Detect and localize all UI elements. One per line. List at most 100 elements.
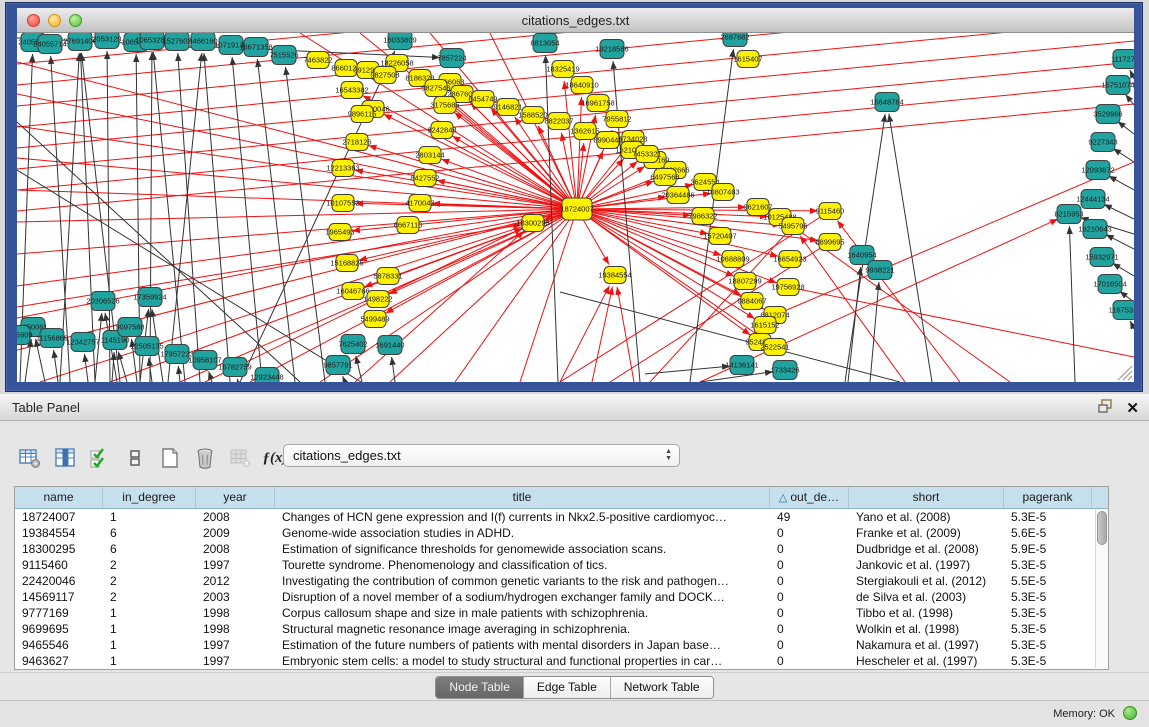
resize-grip-icon [1128, 376, 1132, 380]
column-header-out_de[interactable]: △out_de… [770, 487, 849, 508]
table-settings-icon[interactable] [18, 446, 42, 470]
graph-node-label: 9621607 [743, 203, 772, 212]
select-rows-icon[interactable] [88, 446, 112, 470]
graph-node-label: 1588520 [518, 111, 547, 120]
table-row[interactable]: 1456911722003Disruption of a novel membe… [15, 589, 1108, 605]
table-cell: 0 [770, 653, 849, 669]
graph-node-label: 9827508 [370, 71, 399, 80]
table-cell: Estimation of the future numbers of pati… [275, 637, 770, 653]
column-header-name[interactable]: name [15, 487, 103, 508]
table-cell: 0 [770, 637, 849, 653]
graph-node-label: 16543382 [335, 86, 368, 95]
graph-node-label: 2522541 [760, 343, 789, 352]
table-cell: Disruption of a novel member of a sodium… [275, 589, 770, 605]
tab-node-table[interactable]: Node Table [436, 677, 524, 698]
graph-node-label: 1615152 [750, 321, 779, 330]
table-row[interactable]: 1872400712008Changes of HCN gene express… [15, 509, 1108, 525]
graph-node-label: 7625402 [338, 340, 367, 349]
table-row[interactable]: 2242004622012Investigating the contribut… [15, 573, 1108, 589]
column-header-title[interactable]: title [275, 487, 770, 508]
table-cell: 2008 [196, 509, 275, 525]
tab-edge-table[interactable]: Edge Table [524, 677, 611, 698]
network-canvas-holder[interactable]: 2405574240557142769140620531291065328106… [17, 33, 1134, 382]
column-header-year[interactable]: year [196, 487, 275, 508]
graph-node-label: 10807483 [706, 188, 739, 197]
column-chooser-icon[interactable] [53, 446, 77, 470]
graph-node-label: 6497568 [650, 173, 679, 182]
column-header-in_degree[interactable]: in_degree [103, 487, 196, 508]
scrollbar-thumb[interactable] [1097, 511, 1107, 545]
table-cell: 9777169 [15, 605, 103, 621]
graph-node-label: 5878331 [373, 272, 402, 281]
dropdown-arrows-icon: ▲▼ [665, 448, 672, 462]
graph-node-label: 16671358 [239, 43, 272, 52]
graph-node-label: 16961758 [581, 99, 614, 108]
column-header-short[interactable]: short [849, 487, 1004, 508]
table-cell: 1997 [196, 557, 275, 573]
graph-node-label: 17016504 [1093, 280, 1126, 289]
table-row[interactable]: 911546021997Tourette syndrome. Phenomeno… [15, 557, 1108, 573]
table-row[interactable]: 946362711997Embryonic stem cells: a mode… [15, 653, 1108, 669]
table-selector-dropdown[interactable]: citations_edges.txt ▲▼ [283, 444, 680, 467]
table-cell: 6 [103, 541, 196, 557]
tab-network-table[interactable]: Network Table [611, 677, 713, 698]
memory-ok-icon[interactable] [1123, 706, 1137, 720]
graph-node-label: 10107552 [326, 199, 359, 208]
graph-node-label: 8813054 [530, 39, 559, 48]
column-header-pagerank[interactable]: pagerank [1004, 487, 1092, 508]
new-table-icon[interactable] [158, 446, 182, 470]
graph-node-label: 7955812 [602, 115, 631, 124]
table-cell: 2008 [196, 541, 275, 557]
rows-icon[interactable] [123, 446, 147, 470]
graph-node-label: 18724007 [560, 205, 593, 214]
graph-node-label: 1691440 [375, 341, 404, 350]
table-tabbar: Node TableEdge TableNetwork Table [0, 672, 1149, 699]
resize-grip-icon [1123, 371, 1132, 380]
graph-node-label: 14136141 [725, 361, 758, 370]
graph-node-label: 16033809 [383, 36, 416, 45]
graph-node-label: 19756928 [771, 283, 804, 292]
vertical-scrollbar[interactable] [1095, 509, 1108, 668]
network-canvas[interactable]: 2405574240557142769140620531291065328106… [17, 33, 1134, 382]
table-cell: 5.3E-5 [1004, 589, 1092, 605]
graph-node-label: 15751074 [1101, 81, 1134, 90]
graph-node-label: 11156869 [36, 334, 68, 343]
table-cell: Corpus callosum shape and size in male p… [275, 605, 770, 621]
graph-node-label: 16782759 [218, 363, 251, 372]
delete-rows-icon[interactable] [193, 446, 217, 470]
table-cell: Nakamura et al. (1997) [849, 637, 1004, 653]
table-cell: 0 [770, 525, 849, 541]
graph-node-label: 2803144 [415, 151, 444, 160]
table-cell: 2009 [196, 525, 275, 541]
graph-node-label: 8466160 [188, 37, 217, 46]
table-cell: 1998 [196, 605, 275, 621]
table-row[interactable]: 1938455462009Genome-wide association stu… [15, 525, 1108, 541]
table-row[interactable]: 946554611997Estimation of the future num… [15, 637, 1108, 653]
table-row[interactable]: 1830029562008Estimation of significance … [15, 541, 1108, 557]
network-window-titlebar[interactable]: citations_edges.txt [17, 8, 1134, 33]
graph-node-label: 17359924 [133, 293, 166, 302]
table-cell: 1 [103, 509, 196, 525]
graph-node-label: 12505135 [130, 342, 163, 351]
graph-node-label: 9938221 [865, 266, 894, 275]
close-panel-icon[interactable]: ✕ [1126, 400, 1139, 418]
graph-node-label: 8899695 [815, 238, 844, 247]
table-cell: 6 [103, 525, 196, 541]
graph-node-label: 20206526 [86, 297, 119, 306]
table-selector-value: citations_edges.txt [293, 448, 401, 463]
table-row[interactable]: 977716911998Corpus callosum shape and si… [15, 605, 1108, 621]
delete-table-icon[interactable] [228, 446, 252, 470]
graph-node-label: 16654923 [773, 255, 806, 264]
graph-node-label: 1498222 [363, 295, 392, 304]
graph-node-label: 8215953 [1054, 210, 1083, 219]
table-cell: Stergiakouli et al. (2012) [849, 573, 1004, 589]
table-toolbar: ƒ(x) citations_edges.txt ▲▼ [0, 421, 1149, 483]
table-cell: 2 [103, 573, 196, 589]
table-row[interactable]: 969969511998Structural magnetic resonanc… [15, 621, 1108, 637]
table-cell: 18724007 [15, 509, 103, 525]
table-cell: 9699695 [15, 621, 103, 637]
graph-node-label: 1640954 [847, 251, 876, 260]
table-cell: Jankovic et al. (1997) [849, 557, 1004, 573]
float-panel-icon[interactable] [1097, 398, 1114, 419]
graph-node-label: 9896115 [348, 110, 377, 119]
